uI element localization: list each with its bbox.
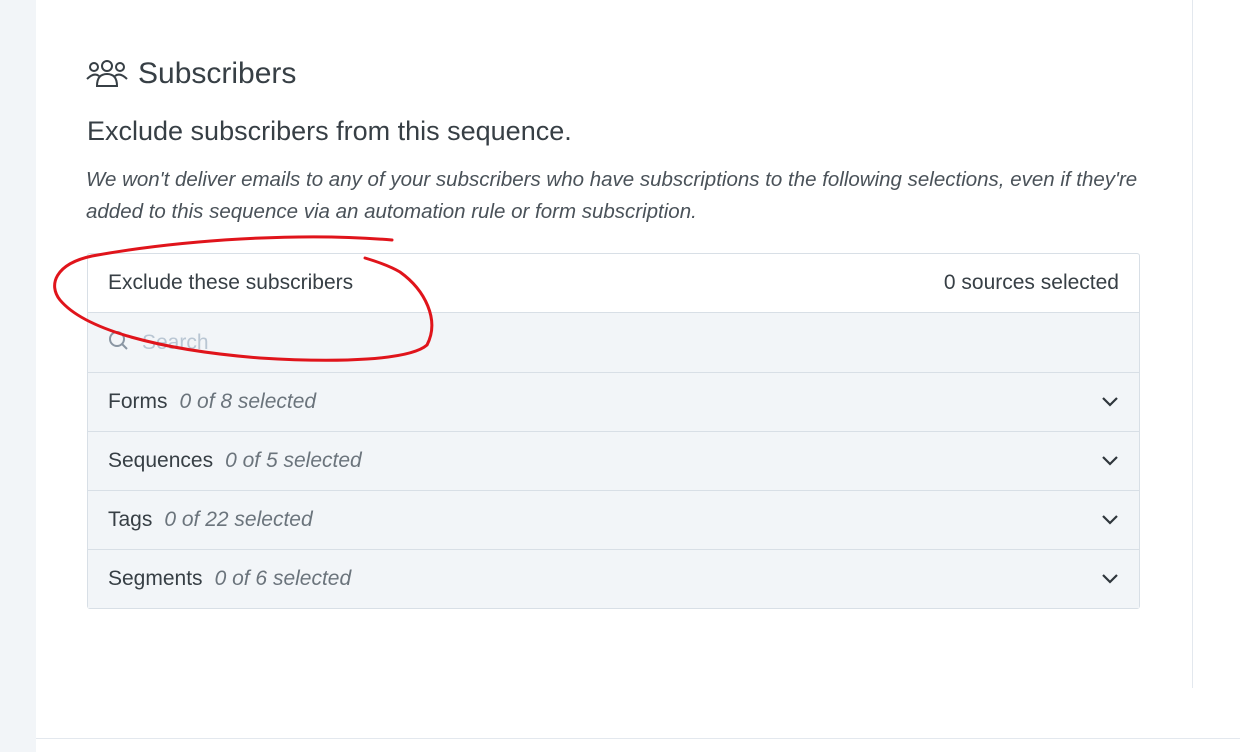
page: Subscribers Exclude subscribers from thi… [0,0,1240,752]
group-name: Tags [108,508,153,531]
left-sidebar-strip [0,0,36,752]
exclude-heading: Exclude subscribers from this sequence. [87,116,572,146]
group-sequences[interactable]: Sequences 0 of 5 selected [88,432,1139,491]
section-title: Subscribers [138,57,297,90]
chevron-down-icon[interactable] [1101,567,1119,591]
selector-label: Exclude these subscribers [108,271,354,294]
chevron-down-icon[interactable] [1101,449,1119,473]
group-selected-count: 0 of 6 selected [214,567,352,590]
exclude-description: We won't deliver emails to any of your s… [86,168,1138,223]
bottom-strip [36,739,1240,752]
group-segments[interactable]: Segments 0 of 6 selected [88,550,1139,608]
search-input[interactable] [140,329,1044,356]
chevron-down-icon[interactable] [1101,390,1119,414]
chevron-down-icon[interactable] [1101,508,1119,532]
search-row [88,313,1139,373]
group-tags[interactable]: Tags 0 of 22 selected [88,491,1139,550]
group-selected-count: 0 of 8 selected [179,390,317,413]
group-selected-count: 0 of 5 selected [225,449,362,472]
group-name: Segments [108,567,203,590]
search-icon [108,330,128,355]
panel-divider [1192,0,1193,688]
users-icon [86,59,128,89]
group-forms[interactable]: Forms 0 of 8 selected [88,373,1139,432]
section-header: Subscribers [86,54,296,94]
sources-selected-count: 0 sources selected [943,271,1119,294]
group-name: Sequences [108,449,214,472]
group-selected-count: 0 of 22 selected [164,508,313,531]
selector-header: Exclude these subscribers 0 sources sele… [88,254,1139,313]
group-name: Forms [108,390,168,413]
exclude-subscribers-selector: Exclude these subscribers 0 sources sele… [87,253,1140,609]
